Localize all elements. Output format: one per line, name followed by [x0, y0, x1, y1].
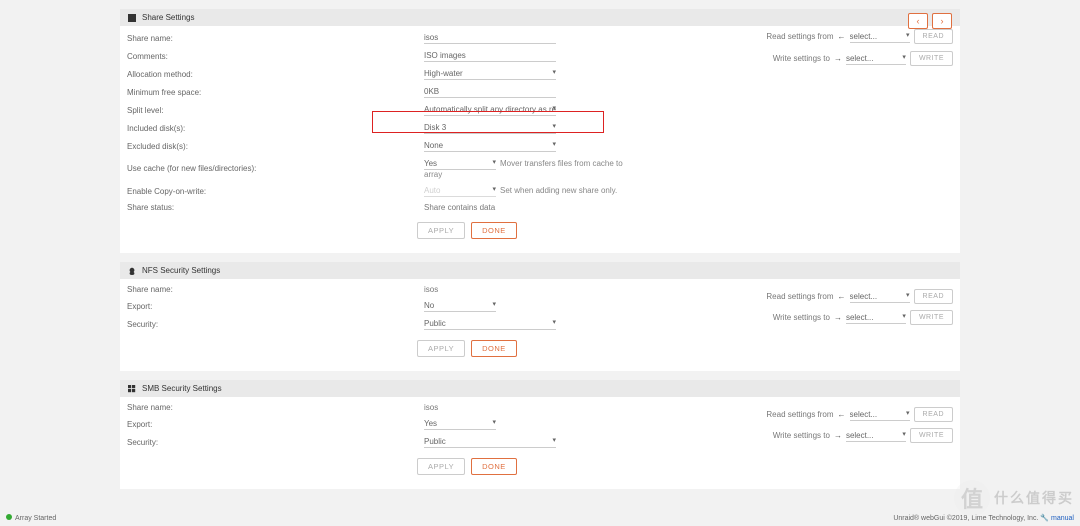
share-name-input[interactable] — [424, 32, 556, 44]
arrow-out-icon: → — [834, 54, 842, 63]
minfree-input[interactable] — [424, 86, 556, 98]
smb-name-label: Share name: — [120, 403, 424, 412]
alloc-select[interactable]: High-water — [424, 68, 556, 80]
write-settings-label: Write settings to — [773, 54, 830, 63]
nfs-security-label: Security: — [120, 320, 424, 329]
nfs-export-select[interactable]: No — [424, 300, 496, 312]
read-button[interactable]: READ — [914, 29, 953, 44]
nfs-settings-panel: NFS Security Settings Read settings from… — [120, 262, 960, 371]
nfs-read-label: Read settings from — [766, 292, 833, 301]
arrow-in-icon: ← — [838, 32, 846, 41]
arrow-out-icon: → — [834, 313, 842, 322]
nfs-write-select[interactable]: select... — [846, 312, 906, 324]
footer-credit: Unraid® webGui ©2019, Lime Technology, I… — [893, 515, 1038, 522]
nfs-done-button[interactable]: DONE — [471, 340, 517, 357]
smb-settings-header: SMB Security Settings — [120, 380, 960, 397]
manual-link[interactable]: manual — [1051, 515, 1074, 522]
nfs-apply-button[interactable]: APPLY — [417, 340, 465, 357]
cow-label: Enable Copy-on-write: — [120, 187, 424, 196]
smb-security-label: Security: — [120, 438, 424, 447]
nfs-write-label: Write settings to — [773, 313, 830, 322]
smb-read-button[interactable]: READ — [914, 407, 953, 422]
smb-security-select[interactable]: Public — [424, 436, 556, 448]
smb-write-select[interactable]: select... — [846, 430, 906, 442]
share-settings-header: Share Settings ‹ › — [120, 9, 960, 26]
smb-read-label: Read settings from — [766, 410, 833, 419]
penguin-icon — [128, 267, 136, 275]
smb-apply-button[interactable]: APPLY — [417, 458, 465, 475]
windows-icon — [128, 385, 136, 393]
smb-write-button[interactable]: WRITE — [910, 428, 953, 443]
comments-label: Comments: — [120, 52, 424, 61]
prev-share-button[interactable]: ‹ — [908, 13, 928, 29]
minfree-label: Minimum free space: — [120, 88, 424, 97]
write-button[interactable]: WRITE — [910, 51, 953, 66]
read-settings-label: Read settings from — [766, 32, 833, 41]
excluded-select[interactable]: None — [424, 140, 556, 152]
smb-settings-title: SMB Security Settings — [142, 384, 222, 393]
status-label: Share status: — [120, 203, 424, 212]
nfs-settings-title: NFS Security Settings — [142, 266, 220, 275]
cache-select[interactable]: Yes — [424, 158, 496, 170]
share-icon — [128, 14, 136, 22]
array-status-text: Array Started — [15, 515, 56, 522]
cow-select: Auto — [424, 185, 496, 197]
nfs-name-label: Share name: — [120, 285, 424, 294]
smb-done-button[interactable]: DONE — [471, 458, 517, 475]
comments-input[interactable] — [424, 50, 556, 62]
arrow-in-icon: ← — [838, 410, 846, 419]
included-select[interactable]: Disk 3 — [424, 122, 556, 134]
share-apply-button[interactable]: APPLY — [417, 222, 465, 239]
alloc-label: Allocation method: — [120, 70, 424, 79]
split-select[interactable]: Automatically split any directory as req… — [424, 104, 556, 116]
arrow-in-icon: ← — [838, 292, 846, 301]
share-name-label: Share name: — [120, 34, 424, 43]
cache-label: Use cache (for new files/directories): — [120, 164, 424, 173]
nfs-name-value: isos — [424, 285, 634, 294]
write-settings-select[interactable]: select... — [846, 53, 906, 65]
split-label: Split level: — [120, 106, 424, 115]
status-value: Share contains data — [424, 203, 634, 212]
nfs-write-button[interactable]: WRITE — [910, 310, 953, 325]
smb-settings-panel: SMB Security Settings Read settings from… — [120, 380, 960, 489]
smb-read-select[interactable]: select... — [850, 409, 910, 421]
nfs-export-label: Export: — [120, 302, 424, 311]
next-share-button[interactable]: › — [932, 13, 952, 29]
share-settings-panel: Share Settings ‹ › Read settings from ← … — [120, 9, 960, 253]
cow-hint: Set when adding new share only. — [500, 186, 617, 195]
smb-export-label: Export: — [120, 420, 424, 429]
nfs-settings-header: NFS Security Settings — [120, 262, 960, 279]
smb-write-label: Write settings to — [773, 431, 830, 440]
read-settings-select[interactable]: select... — [850, 31, 910, 43]
nfs-security-select[interactable]: Public — [424, 318, 556, 330]
included-label: Included disk(s): — [120, 124, 424, 133]
share-done-button[interactable]: DONE — [471, 222, 517, 239]
smb-export-select[interactable]: Yes — [424, 418, 496, 430]
smb-name-value: isos — [424, 403, 634, 412]
page-footer: Array Started Unraid® webGui ©2019, Lime… — [0, 510, 1080, 526]
array-status-dot — [6, 514, 12, 520]
nfs-read-button[interactable]: READ — [914, 289, 953, 304]
arrow-out-icon: → — [834, 431, 842, 440]
nfs-read-select[interactable]: select... — [850, 291, 910, 303]
excluded-label: Excluded disk(s): — [120, 142, 424, 151]
share-settings-title: Share Settings — [142, 13, 194, 22]
